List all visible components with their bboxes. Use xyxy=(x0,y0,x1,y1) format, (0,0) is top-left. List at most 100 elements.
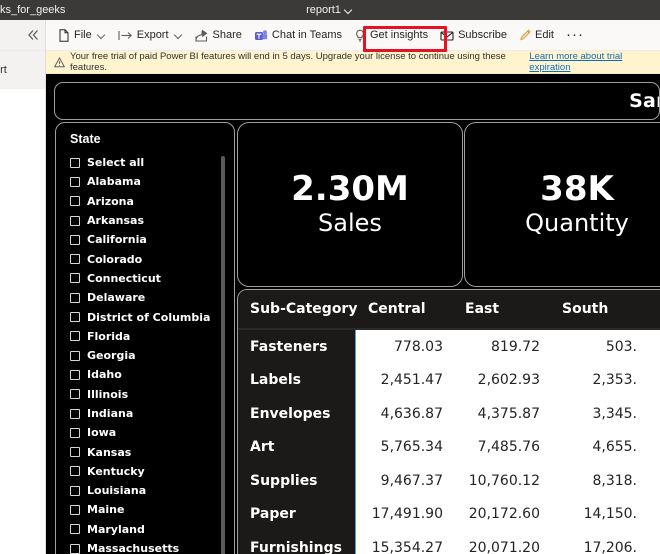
report-toolbar: File Export Share xyxy=(46,20,660,51)
slicer-item-label: District of Columbia xyxy=(87,311,210,324)
checkbox-icon[interactable] xyxy=(70,409,80,419)
report-title-dropdown[interactable]: report1 xyxy=(0,0,660,20)
checkbox-icon[interactable] xyxy=(70,273,80,283)
slicer-item-label: Maine xyxy=(87,503,124,516)
file-icon xyxy=(58,29,70,42)
window-title-bar: ks_for_geeks report1 xyxy=(0,0,660,20)
checkbox-icon[interactable] xyxy=(70,544,80,554)
checkbox-icon[interactable] xyxy=(70,486,80,496)
more-options-button[interactable]: ··· xyxy=(560,23,590,47)
sales-by-subcategory-matrix: Sub-CategoryCentralEastSouth Fasteners77… xyxy=(237,289,660,554)
checkbox-icon[interactable] xyxy=(70,216,80,226)
slicer-item[interactable]: Connecticut xyxy=(70,269,224,288)
slicer-item[interactable]: Florida xyxy=(70,327,224,346)
checkbox-icon[interactable] xyxy=(70,351,80,361)
slicer-item-label: Delaware xyxy=(87,291,145,304)
table-row[interactable]: Supplies9,467.3710,760.128,318. xyxy=(238,464,660,498)
matrix-overflow-pad xyxy=(647,531,660,554)
nav-item-report[interactable]: ort xyxy=(0,51,45,89)
kpi-card-quantity[interactable]: 38K Quantity xyxy=(464,122,660,287)
matrix-column-header[interactable]: Central xyxy=(356,301,453,317)
slicer-item[interactable]: California xyxy=(70,230,224,249)
slicer-item[interactable]: Kentucky xyxy=(70,462,224,481)
slicer-item[interactable]: Kansas xyxy=(70,442,224,461)
chevron-down-icon xyxy=(174,31,183,40)
slicer-item[interactable]: Massachusetts xyxy=(70,539,224,554)
slicer-item[interactable]: Louisiana xyxy=(70,481,224,500)
nav-collapse-row[interactable] xyxy=(0,20,45,51)
slicer-item[interactable]: Arkansas xyxy=(70,211,224,230)
slicer-item-label: Kansas xyxy=(87,446,131,459)
slicer-item[interactable]: Colorado xyxy=(70,249,224,268)
matrix-overflow-pad xyxy=(647,364,660,398)
banner-text: Your free trial of paid Power BI feature… xyxy=(70,51,524,73)
slicer-item[interactable]: Maine xyxy=(70,500,224,519)
kpi-card-sales[interactable]: 2.30M Sales xyxy=(237,122,463,287)
get-insights-button[interactable]: Get insights xyxy=(348,23,434,47)
matrix-overflow-pad xyxy=(647,464,660,498)
share-icon xyxy=(195,29,209,42)
checkbox-icon[interactable] xyxy=(70,254,80,264)
subscribe-button[interactable]: Subscribe xyxy=(434,23,513,47)
slicer-item[interactable]: Arizona xyxy=(70,192,224,211)
slicer-item-label: Select all xyxy=(87,156,144,169)
matrix-value-cell: 819.72 xyxy=(453,330,550,364)
table-row[interactable]: Furnishings15,354.2720,071.2017,206. xyxy=(238,531,660,554)
chat-in-teams-button[interactable]: Chat in Teams xyxy=(248,23,348,47)
checkbox-icon[interactable] xyxy=(70,177,80,187)
checkbox-icon[interactable] xyxy=(70,428,80,438)
slicer-item[interactable]: Illinois xyxy=(70,385,224,404)
checkbox-icon[interactable] xyxy=(70,466,80,476)
checkbox-icon[interactable] xyxy=(70,312,80,322)
matrix-column-header[interactable]: South xyxy=(550,301,647,317)
slicer-item[interactable]: Delaware xyxy=(70,288,224,307)
checkbox-icon[interactable] xyxy=(70,447,80,457)
slicer-item[interactable]: Iowa xyxy=(70,423,224,442)
matrix-value-cell: 17,491.90 xyxy=(356,498,453,532)
checkbox-icon[interactable] xyxy=(70,505,80,515)
warning-triangle-icon xyxy=(54,57,65,68)
matrix-row-label: Supplies xyxy=(238,464,356,498)
banner-learn-more-link[interactable]: Learn more about trial expiration xyxy=(529,51,660,73)
table-row[interactable]: Paper17,491.9020,172.6014,150. xyxy=(238,498,660,532)
slicer-item[interactable]: Indiana xyxy=(70,404,224,423)
ellipsis-icon: ··· xyxy=(566,30,584,40)
edit-button[interactable]: Edit xyxy=(513,23,560,47)
get-insights-label: Get insights xyxy=(370,29,428,41)
slicer-item[interactable]: District of Columbia xyxy=(70,307,224,326)
slicer-item[interactable]: Maryland xyxy=(70,520,224,539)
table-row[interactable]: Fasteners778.03819.72503. xyxy=(238,330,660,364)
slicer-item[interactable]: Alabama xyxy=(70,172,224,191)
edit-button-label: Edit xyxy=(535,29,554,41)
checkbox-icon[interactable] xyxy=(70,196,80,206)
checkbox-icon[interactable] xyxy=(70,235,80,245)
matrix-column-header[interactable]: Sub-Category xyxy=(238,301,356,317)
double-chevron-left-icon[interactable] xyxy=(25,27,41,43)
checkbox-icon[interactable] xyxy=(70,331,80,341)
matrix-value-cell: 17,206. xyxy=(550,531,647,554)
export-menu-button[interactable]: Export xyxy=(112,23,189,47)
checkbox-icon[interactable] xyxy=(70,293,80,303)
checkbox-icon[interactable] xyxy=(70,370,80,380)
slicer-item[interactable]: Georgia xyxy=(70,346,224,365)
matrix-overflow-pad xyxy=(647,498,660,532)
envelope-icon xyxy=(440,29,454,42)
checkbox-icon[interactable] xyxy=(70,158,80,168)
file-menu-button[interactable]: File xyxy=(52,23,112,47)
slicer-scrollbar[interactable] xyxy=(221,156,225,554)
table-row[interactable]: Envelopes4,636.874,375.873,345. xyxy=(238,397,660,431)
trial-expiration-banner: Your free trial of paid Power BI feature… xyxy=(46,51,660,74)
share-button[interactable]: Share xyxy=(189,23,248,47)
slicer-item[interactable]: Idaho xyxy=(70,365,224,384)
matrix-column-header[interactable]: East xyxy=(453,301,550,317)
matrix-row-label: Paper xyxy=(238,498,356,532)
checkbox-icon[interactable] xyxy=(70,389,80,399)
checkbox-icon[interactable] xyxy=(70,524,80,534)
matrix-value-cell: 14,150. xyxy=(550,498,647,532)
matrix-value-cell: 5,765.34 xyxy=(356,431,453,465)
slicer-item-label: Maryland xyxy=(87,523,145,536)
table-row[interactable]: Art5,765.347,485.764,655. xyxy=(238,431,660,465)
table-row[interactable]: Labels2,451.472,602.932,353. xyxy=(238,364,660,398)
slicer-item[interactable]: Select all xyxy=(70,153,224,172)
slicer-item-list[interactable]: Select all AlabamaArizonaArkansasCaliforn… xyxy=(70,153,224,554)
